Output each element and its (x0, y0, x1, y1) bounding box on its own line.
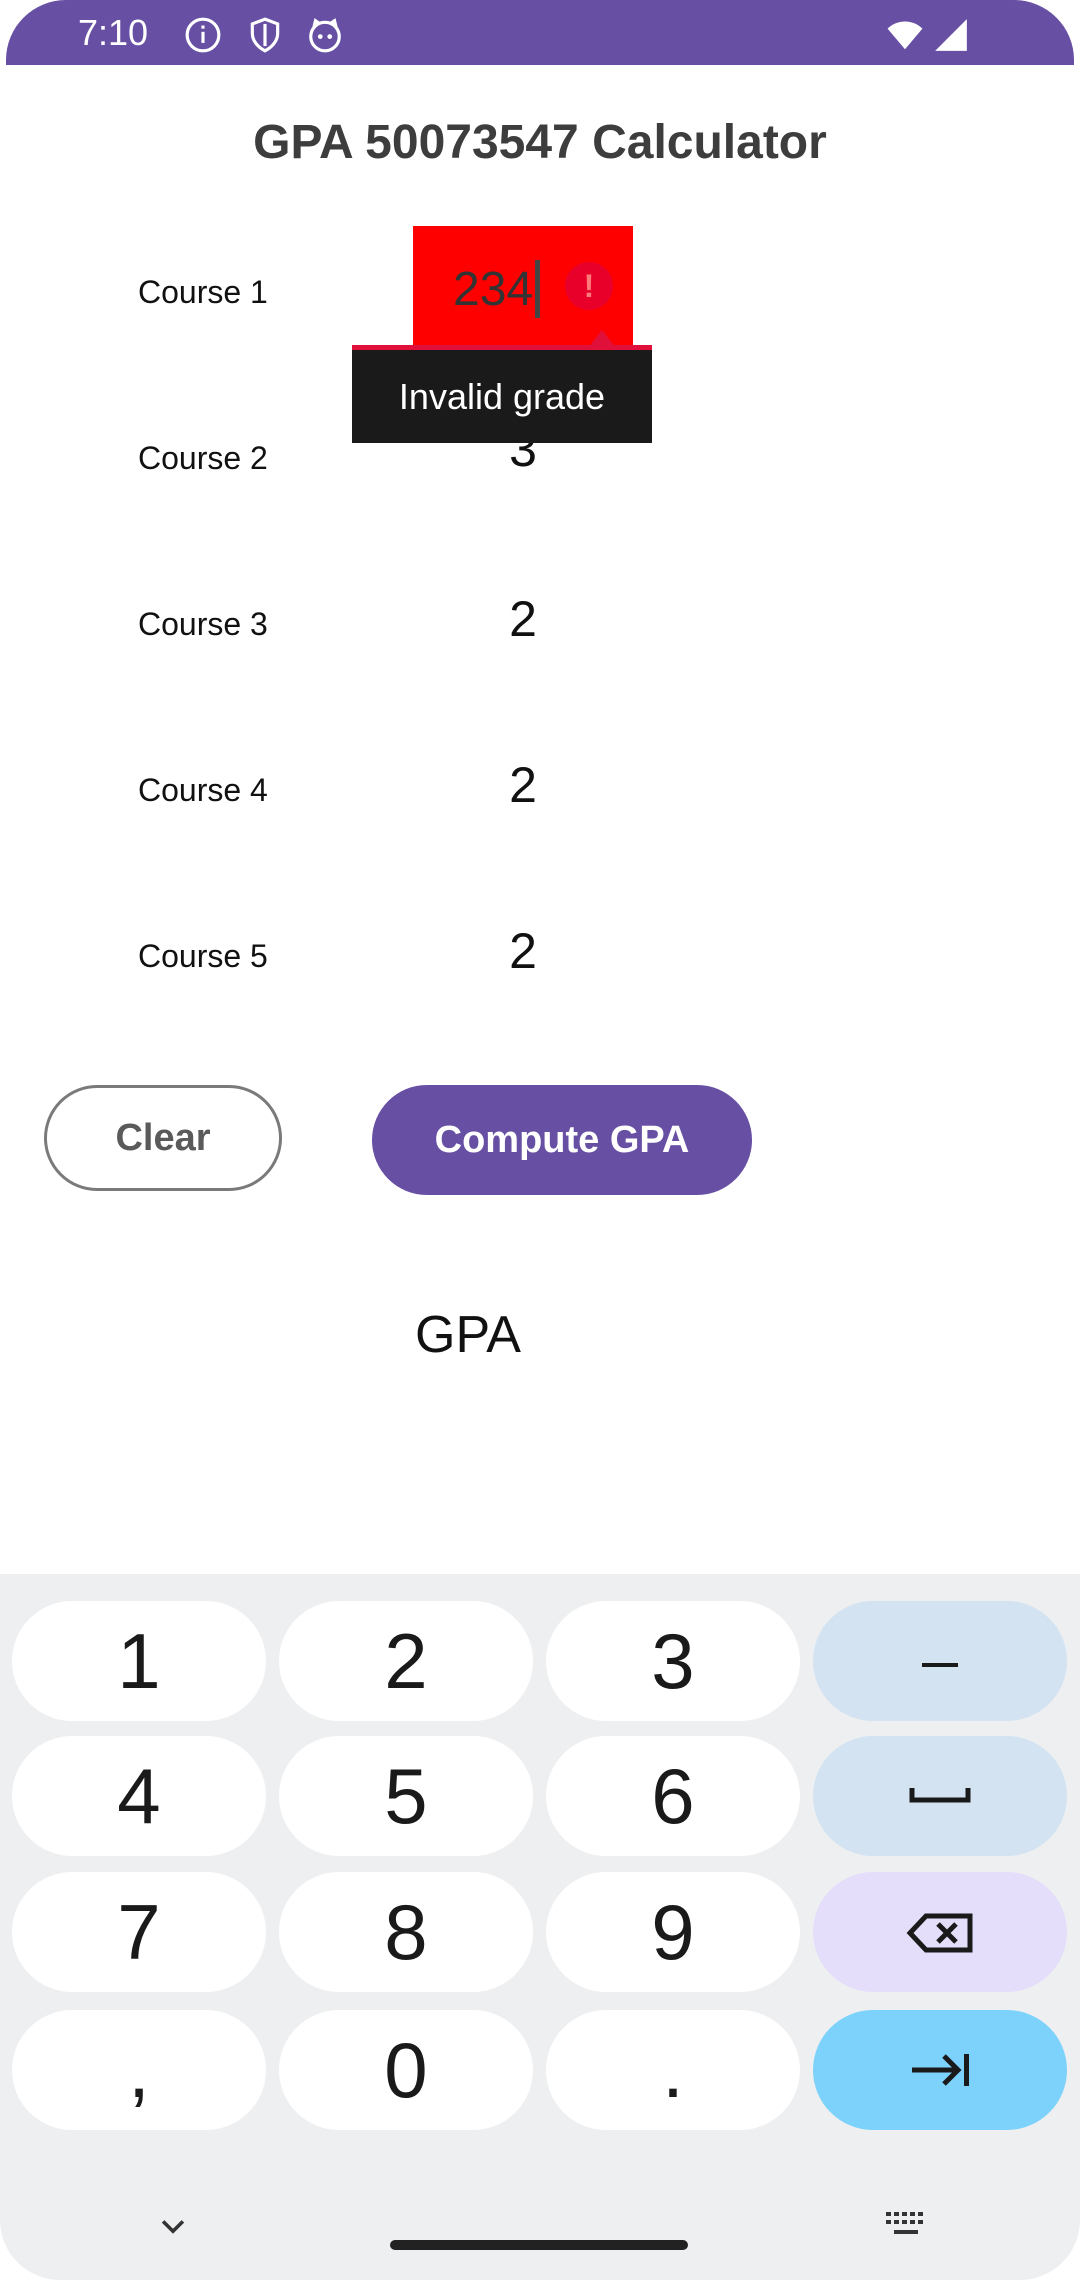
backspace-icon (906, 1913, 973, 1953)
numeric-keyboard: 1 2 3 4 5 6 7 8 9 , 0 . (0, 1574, 1080, 2280)
page-title: GPA 50073547 Calculator (253, 116, 827, 169)
cat-face-icon (306, 16, 344, 54)
course-5-label: Course 5 (138, 938, 268, 974)
key-3[interactable]: 3 (546, 1601, 800, 1721)
minus-icon (922, 1663, 958, 1667)
key-space[interactable] (813, 1736, 1067, 1856)
course-2-label: Course 2 (138, 440, 268, 476)
key-backspace[interactable] (813, 1872, 1067, 1992)
wifi-icon (886, 16, 932, 54)
text-cursor (535, 260, 540, 318)
key-1[interactable]: 1 (12, 1601, 266, 1721)
key-5[interactable]: 5 (279, 1736, 533, 1856)
clear-button[interactable]: Clear (44, 1085, 282, 1191)
course-5-input[interactable]: 2 (440, 922, 606, 980)
chevron-down-icon[interactable] (156, 2210, 190, 2249)
signal-icon (932, 16, 970, 54)
key-minus[interactable] (813, 1601, 1067, 1721)
shield-icon (246, 16, 284, 54)
course-1-label: Course 1 (138, 274, 268, 310)
status-time: 7:10 (78, 12, 149, 53)
error-icon: ! (565, 262, 613, 310)
key-comma[interactable]: , (12, 2010, 266, 2130)
course-3-label: Course 3 (138, 606, 268, 642)
key-6[interactable]: 6 (546, 1736, 800, 1856)
key-tab[interactable] (813, 2010, 1067, 2130)
space-icon (909, 1788, 971, 1803)
course-1-value: 234 (453, 263, 534, 316)
key-7[interactable]: 7 (12, 1872, 266, 1992)
key-0[interactable]: 0 (279, 2010, 533, 2130)
key-8[interactable]: 8 (279, 1872, 533, 1992)
key-period[interactable]: . (546, 2010, 800, 2130)
course-4-label: Course 4 (138, 772, 268, 808)
key-2[interactable]: 2 (279, 1601, 533, 1721)
info-icon (184, 16, 222, 54)
key-9[interactable]: 9 (546, 1872, 800, 1992)
key-4[interactable]: 4 (12, 1736, 266, 1856)
keyboard-icon[interactable] (884, 2208, 928, 2249)
status-bar: 7:10 (6, 0, 1074, 65)
home-indicator[interactable] (390, 2240, 688, 2250)
course-4-input[interactable]: 2 (440, 756, 606, 814)
course-3-input[interactable]: 2 (440, 590, 606, 648)
tab-arrow-icon (912, 2054, 969, 2086)
gpa-result: GPA (415, 1306, 521, 1364)
error-tooltip: Invalid grade (352, 350, 652, 443)
compute-gpa-button[interactable]: Compute GPA (372, 1085, 752, 1195)
